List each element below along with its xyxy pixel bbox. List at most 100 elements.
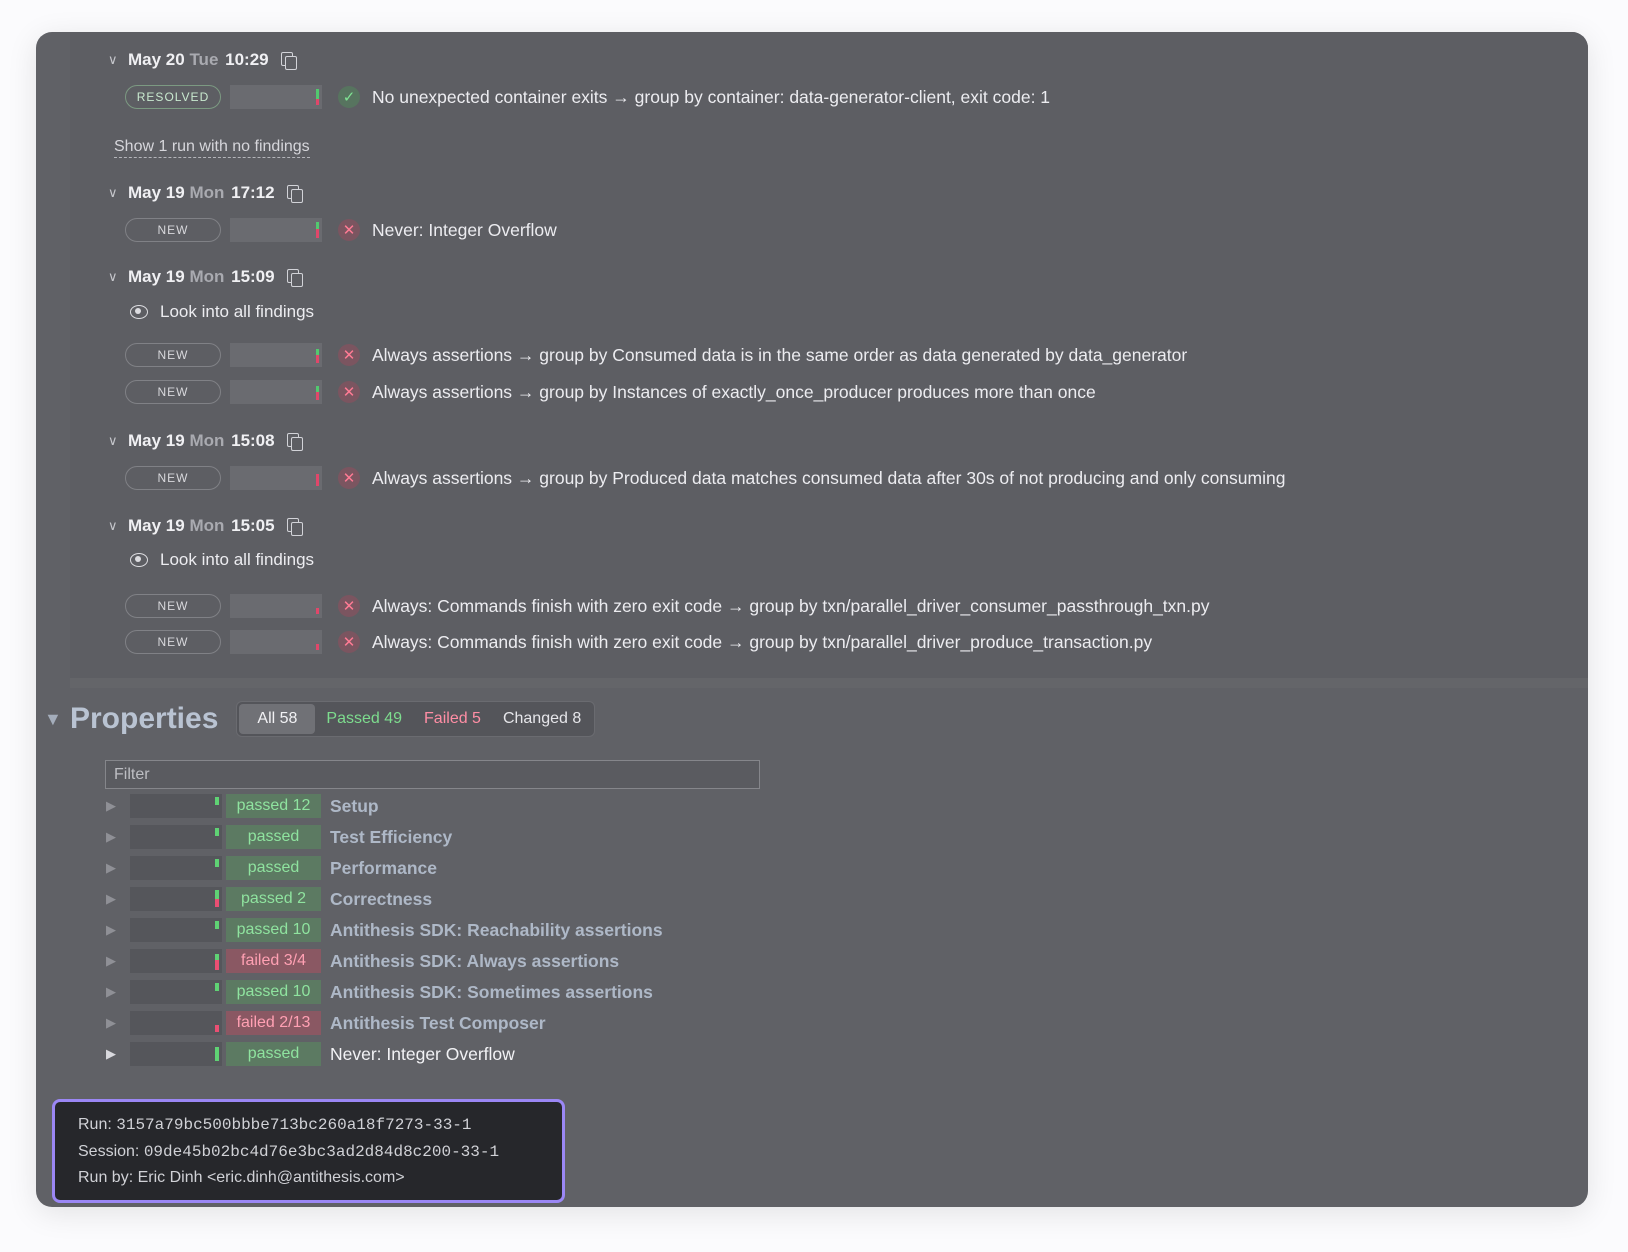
property-history-bar — [130, 980, 222, 1004]
run-header[interactable]: ∨ May 19 Mon 15:09 — [108, 264, 303, 290]
property-name: Never: Integer Overflow — [330, 1043, 515, 1064]
run-label: Run: — [78, 1116, 112, 1133]
copy-icon[interactable] — [286, 184, 303, 203]
expand-triangle-icon[interactable]: ▶ — [106, 1046, 130, 1062]
run-date: May 20 — [128, 50, 185, 69]
finding-row[interactable]: NEW ✕ Never: Integer Overflow — [125, 217, 557, 243]
properties-filter-tabs: All 58 Passed 49 Failed 5 Changed 8 — [236, 701, 596, 737]
property-row[interactable]: ▶ passed 10 Antithesis SDK: Reachability… — [106, 917, 663, 943]
status-badge: NEW — [125, 594, 221, 618]
run-header[interactable]: ∨ May 20 Tue 10:29 — [108, 47, 297, 73]
finding-text: Always: Commands finish with zero exit c… — [372, 631, 1153, 652]
x-icon: ✕ — [338, 344, 360, 366]
finding-row[interactable]: NEW ✕ Always: Commands finish with zero … — [125, 593, 1210, 619]
finding-row[interactable]: NEW ✕ Always: Commands finish with zero … — [125, 629, 1152, 655]
property-row[interactable]: ▶ passed 12 Setup — [106, 793, 379, 819]
property-row[interactable]: ▶ passed 2 Correctness — [106, 886, 432, 912]
property-history-bar — [130, 887, 222, 911]
status-badge: NEW — [125, 343, 221, 367]
run-header[interactable]: ∨ May 19 Mon 15:05 — [108, 513, 303, 539]
property-row[interactable]: ▶ passed Never: Integer Overflow — [106, 1041, 515, 1067]
run-dow: Mon — [189, 431, 225, 450]
eye-icon — [130, 553, 148, 567]
run-date: May 19 — [128, 183, 185, 202]
tab-changed[interactable]: Changed 8 — [492, 704, 592, 734]
property-name: Setup — [330, 795, 379, 816]
x-icon: ✕ — [338, 595, 360, 617]
show-no-findings-link[interactable]: Show 1 run with no findings — [114, 138, 310, 158]
properties-header: ▼ Properties All 58 Passed 49 Failed 5 C… — [44, 700, 596, 738]
finding-text: Always assertions → group by Instances o… — [372, 381, 1096, 402]
finding-text: No unexpected container exits → group by… — [372, 86, 1051, 107]
finding-row[interactable]: RESOLVED ✓ No unexpected container exits… — [125, 84, 1050, 110]
expand-triangle-icon[interactable]: ▶ — [106, 984, 130, 1000]
finding-row[interactable]: NEW ✕ Always assertions → group by Produ… — [125, 465, 1285, 491]
run-date: May 19 — [128, 431, 185, 450]
expand-triangle-icon[interactable]: ▶ — [106, 953, 130, 969]
property-status-pill: passed 12 — [226, 794, 321, 818]
run-id: 3157a79bc500bbbe713bc260a18f7273-33-1 — [116, 1116, 472, 1134]
run-header[interactable]: ∨ May 19 Mon 17:12 — [108, 180, 303, 206]
property-status-pill: failed 3/4 — [226, 949, 321, 973]
copy-icon[interactable] — [280, 51, 297, 70]
finding-row[interactable]: NEW ✕ Always assertions → group by Insta… — [125, 379, 1096, 405]
collapse-triangle-icon[interactable]: ▼ — [44, 709, 70, 730]
run-by-line: Run by: Eric Dinh <eric.dinh@antithesis.… — [78, 1169, 405, 1186]
copy-icon[interactable] — [286, 517, 303, 536]
property-status-pill: passed — [226, 825, 321, 849]
run-time: 15:08 — [231, 431, 275, 450]
x-icon: ✕ — [338, 631, 360, 653]
expand-triangle-icon[interactable]: ▶ — [106, 829, 130, 845]
property-row[interactable]: ▶ failed 3/4 Antithesis SDK: Always asse… — [106, 948, 619, 974]
property-history-bar — [130, 825, 222, 849]
property-status-pill: passed — [226, 856, 321, 880]
chevron-down-icon[interactable]: ∨ — [108, 433, 128, 449]
run-time: 15:05 — [231, 516, 275, 535]
chevron-down-icon[interactable]: ∨ — [108, 518, 128, 534]
run-dow: Tue — [189, 50, 219, 69]
tab-passed[interactable]: Passed 49 — [315, 704, 413, 734]
property-row[interactable]: ▶ passed 10 Antithesis SDK: Sometimes as… — [106, 979, 653, 1005]
x-icon: ✕ — [338, 467, 360, 489]
property-history-bar — [130, 1042, 222, 1066]
expand-triangle-icon[interactable]: ▶ — [106, 891, 130, 907]
section-divider — [70, 678, 1588, 688]
finding-row[interactable]: NEW ✕ Always assertions → group by Consu… — [125, 342, 1187, 368]
tab-failed[interactable]: Failed 5 — [413, 704, 492, 734]
chevron-down-icon[interactable]: ∨ — [108, 269, 128, 285]
look-into-findings-link[interactable]: Look into all findings — [130, 302, 314, 322]
property-row[interactable]: ▶ passed Test Efficiency — [106, 824, 452, 850]
status-badge: NEW — [125, 630, 221, 654]
expand-triangle-icon[interactable]: ▶ — [106, 922, 130, 938]
look-into-findings-link[interactable]: Look into all findings — [130, 550, 314, 570]
run-dow: Mon — [189, 183, 225, 202]
session-id: 09de45b02bc4d76e3bc3ad2d84d8c200-33-1 — [143, 1142, 500, 1161]
check-icon: ✓ — [338, 86, 360, 108]
property-row[interactable]: ▶ passed Performance — [106, 855, 437, 881]
property-name: Antithesis SDK: Reachability assertions — [330, 919, 663, 940]
property-history-bar — [130, 949, 222, 973]
chevron-down-icon[interactable]: ∨ — [108, 52, 128, 68]
expand-triangle-icon[interactable]: ▶ — [106, 1015, 130, 1031]
run-dow: Mon — [189, 516, 225, 535]
property-row[interactable]: ▶ failed 2/13 Antithesis Test Composer — [106, 1010, 546, 1036]
run-time: 15:09 — [231, 267, 275, 286]
run-header[interactable]: ∨ May 19 Mon 15:08 — [108, 428, 303, 454]
x-icon: ✕ — [338, 381, 360, 403]
copy-icon[interactable] — [286, 268, 303, 287]
status-badge: RESOLVED — [125, 85, 221, 109]
finding-history-bar — [230, 466, 322, 490]
expand-triangle-icon[interactable]: ▶ — [106, 860, 130, 876]
expand-triangle-icon[interactable]: ▶ — [106, 798, 130, 814]
finding-text: Always: Commands finish with zero exit c… — [372, 595, 1210, 616]
finding-text: Never: Integer Overflow — [372, 219, 557, 240]
copy-icon[interactable] — [286, 432, 303, 451]
x-icon: ✕ — [338, 219, 360, 241]
run-dow: Mon — [189, 267, 225, 286]
session-id-line: Session: 09de45b02bc4d76e3bc3ad2d84d8c20… — [78, 1139, 539, 1166]
filter-input[interactable] — [105, 760, 760, 789]
chevron-down-icon[interactable]: ∨ — [108, 185, 128, 201]
property-name: Antithesis Test Composer — [330, 1012, 546, 1033]
status-badge: NEW — [125, 466, 221, 490]
tab-all[interactable]: All 58 — [239, 704, 316, 734]
